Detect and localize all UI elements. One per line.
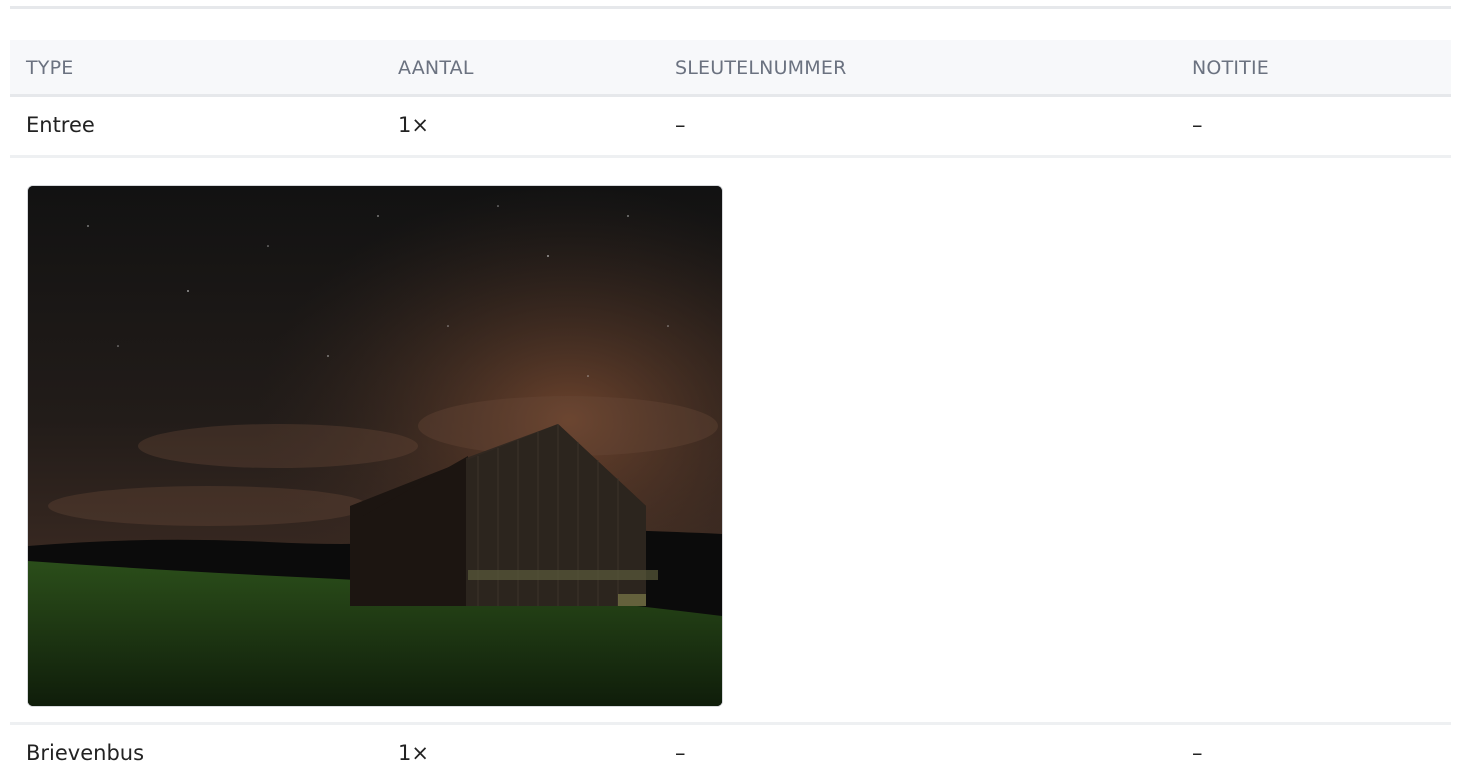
key-overview-page: TYPE AANTAL SLEUTELNUMMER NOTITIE Entree… xyxy=(0,0,1461,772)
photo-row xyxy=(10,158,1451,725)
table-row: Brievenbus 1× – – xyxy=(10,725,1451,772)
header-key-number: SLEUTELNUMMER xyxy=(675,57,847,79)
cell-note: – xyxy=(1192,113,1203,137)
cell-key-number: – xyxy=(675,113,686,137)
table-row: Entree 1× – – xyxy=(10,97,1451,158)
cell-note: – xyxy=(1192,741,1203,765)
night-barn-photo xyxy=(28,186,722,706)
cell-key-number: – xyxy=(675,741,686,765)
cell-type: Entree xyxy=(26,113,95,137)
header-count: AANTAL xyxy=(398,57,474,79)
key-photo[interactable] xyxy=(27,185,723,707)
top-divider xyxy=(10,6,1451,9)
keys-table: TYPE AANTAL SLEUTELNUMMER NOTITIE Entree… xyxy=(10,40,1451,772)
cell-count: 1× xyxy=(398,113,429,137)
header-type: TYPE xyxy=(26,57,74,79)
cell-type: Brievenbus xyxy=(26,741,145,765)
header-note: NOTITIE xyxy=(1192,57,1269,79)
table-header: TYPE AANTAL SLEUTELNUMMER NOTITIE xyxy=(10,40,1451,97)
cell-count: 1× xyxy=(398,741,429,765)
